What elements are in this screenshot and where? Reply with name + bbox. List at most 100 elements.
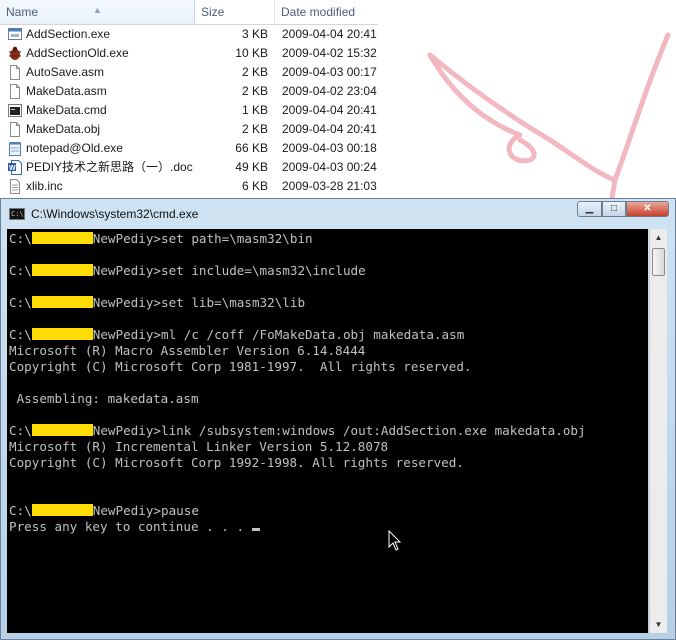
file-name: AddSectionOld.exe	[26, 46, 129, 60]
file-row[interactable]: notepad@Old.exe 66 KB 2009-04-03 00:18	[0, 139, 378, 158]
file-name: MakeData.asm	[26, 84, 107, 98]
explorer-file-list: Name ▲ Size Date modified AddSection.exe…	[0, 0, 676, 206]
console-line: C:\ NewPediy>set lib=\masm32\lib	[9, 295, 305, 310]
console-command: NewPediy>link /subsystem:windows /out:Ad…	[92, 423, 586, 438]
file-size: 66 KB	[235, 141, 268, 155]
column-name-label: Name	[6, 5, 39, 19]
file-date: 2009-04-03 00:18	[282, 141, 377, 155]
file-size: 2 KB	[241, 65, 268, 79]
console-command: NewPediy>set path=\masm32\bin	[92, 231, 313, 246]
redacted-path	[31, 232, 93, 244]
file-icon	[10, 65, 20, 80]
console-output[interactable]: C:\ NewPediy>set path=\masm32\bin C:\ NewP…	[7, 229, 648, 633]
file-row[interactable]: W PEDIY技术之新思路（一）.doc 49 KB 2009-04-03 00…	[0, 158, 378, 177]
file-row[interactable]: MakeData.obj 2 KB 2009-04-04 20:41	[0, 120, 378, 139]
scroll-up-arrow-icon[interactable]: ▲	[650, 229, 667, 246]
prompt-drive: C:\	[9, 503, 32, 518]
prompt-drive: C:\	[9, 327, 32, 342]
file-date: 2009-04-04 20:41	[282, 27, 377, 41]
column-header-bar: Name ▲ Size Date modified	[0, 0, 378, 25]
inc-file-icon	[10, 179, 20, 194]
cmd-file-icon	[8, 104, 22, 117]
file-rows: AddSection.exe 3 KB 2009-04-04 20:41 Add…	[0, 25, 378, 196]
console-line: C:\ NewPediy>ml /c /coff /FoMakeData.obj …	[9, 327, 464, 342]
console-text: C:\ NewPediy>set path=\masm32\bin C:\ NewP…	[9, 231, 586, 535]
mouse-pointer-icon	[388, 530, 402, 551]
file-date: 2009-04-04 20:41	[282, 122, 377, 136]
file-icon	[10, 122, 20, 137]
file-row[interactable]: xlib.inc 6 KB 2009-03-28 21:03	[0, 177, 378, 196]
window-controls: ▁ □ ✕	[577, 201, 669, 219]
console-line: C:\ NewPediy>set include=\masm32\include	[9, 263, 366, 278]
redacted-path	[31, 504, 93, 516]
console-line: C:\ NewPediy>pause	[9, 503, 199, 518]
file-name: MakeData.obj	[26, 122, 101, 136]
file-size: 3 KB	[241, 27, 268, 41]
console-line: Press any key to continue . . .	[9, 519, 260, 534]
redacted-path	[31, 328, 93, 340]
file-date: 2009-04-03 00:17	[282, 65, 377, 79]
column-size-label: Size	[201, 5, 225, 19]
file-icon	[10, 84, 20, 99]
file-name: xlib.inc	[26, 179, 63, 193]
file-row[interactable]: AddSectionOld.exe 10 KB 2009-04-02 15:32	[0, 44, 378, 63]
file-name: notepad@Old.exe	[26, 141, 123, 155]
file-name: AutoSave.asm	[26, 65, 105, 79]
bug-exe-icon	[9, 46, 21, 60]
column-header-size[interactable]: Size	[195, 0, 275, 24]
file-date: 2009-04-02 15:32	[282, 46, 377, 60]
file-size: 10 KB	[235, 46, 268, 60]
svg-text:W: W	[9, 165, 16, 172]
cmd-window[interactable]: C:\ C:\Windows\system32\cmd.exe ▁ □ ✕ C:…	[0, 198, 676, 640]
file-name: AddSection.exe	[26, 27, 111, 41]
file-size: 49 KB	[235, 160, 268, 174]
redacted-path	[31, 296, 93, 308]
file-date: 2009-04-04 20:41	[282, 103, 377, 117]
prompt-drive: C:\	[9, 263, 32, 278]
console-command: NewPediy>set lib=\masm32\lib	[92, 295, 306, 310]
redacted-path	[31, 264, 93, 276]
pink-annotation-scribble	[427, 32, 671, 201]
file-row[interactable]: MakeData.cmd 1 KB 2009-04-04 20:41	[0, 101, 378, 120]
console-line: Copyright (C) Microsoft Corp 1981-1997. …	[9, 359, 472, 374]
file-row[interactable]: AutoSave.asm 2 KB 2009-04-03 00:17	[0, 63, 378, 82]
prompt-drive: C:\	[9, 295, 32, 310]
word-doc-icon: W	[8, 160, 22, 175]
cmd-window-icon: C:\	[9, 208, 25, 220]
file-name: MakeData.cmd	[26, 103, 107, 117]
column-header-date[interactable]: Date modified	[275, 0, 378, 24]
minimize-button[interactable]: ▁	[577, 201, 602, 217]
prompt-drive: C:\	[9, 231, 32, 246]
column-header-name[interactable]: Name ▲	[0, 0, 195, 24]
console-command: NewPediy>pause	[92, 503, 199, 518]
file-size: 6 KB	[241, 179, 268, 193]
console-line: Microsoft (R) Incremental Linker Version…	[9, 439, 389, 454]
console-line: Microsoft (R) Macro Assembler Version 6.…	[9, 343, 366, 358]
window-title: C:\Windows\system32\cmd.exe	[31, 207, 199, 221]
cmd-icon-text: C:\	[11, 210, 24, 218]
close-button[interactable]: ✕	[626, 201, 669, 217]
file-row[interactable]: AddSection.exe 3 KB 2009-04-04 20:41	[0, 25, 378, 44]
console-line: Copyright (C) Microsoft Corp 1992-1998. …	[9, 455, 464, 470]
vertical-scrollbar[interactable]: ▲ ▼	[649, 229, 667, 633]
console-line: C:\ NewPediy>link /subsystem:windows /out…	[9, 423, 586, 438]
console-command: NewPediy>ml /c /coff /FoMakeData.obj mak…	[92, 327, 465, 342]
exe-icon	[8, 28, 22, 40]
sort-ascending-icon: ▲	[93, 5, 102, 15]
notepad-icon	[9, 142, 21, 156]
scroll-down-arrow-icon[interactable]: ▼	[650, 616, 667, 633]
file-row[interactable]: MakeData.asm 2 KB 2009-04-02 23:04	[0, 82, 378, 101]
maximize-button[interactable]: □	[602, 201, 626, 217]
file-size: 2 KB	[241, 122, 268, 136]
file-name: PEDIY技术之新思路（一）.doc	[26, 160, 193, 174]
file-date: 2009-04-03 00:24	[282, 160, 377, 174]
file-date: 2009-04-02 23:04	[282, 84, 377, 98]
file-size: 2 KB	[241, 84, 268, 98]
redacted-path	[31, 424, 93, 436]
prompt-drive: C:\	[9, 423, 32, 438]
console-line: Assembling: makedata.asm	[9, 391, 199, 406]
file-date: 2009-03-28 21:03	[282, 179, 377, 193]
text-cursor	[251, 528, 260, 531]
scrollbar-thumb[interactable]	[652, 248, 665, 276]
column-date-label: Date modified	[281, 5, 356, 19]
